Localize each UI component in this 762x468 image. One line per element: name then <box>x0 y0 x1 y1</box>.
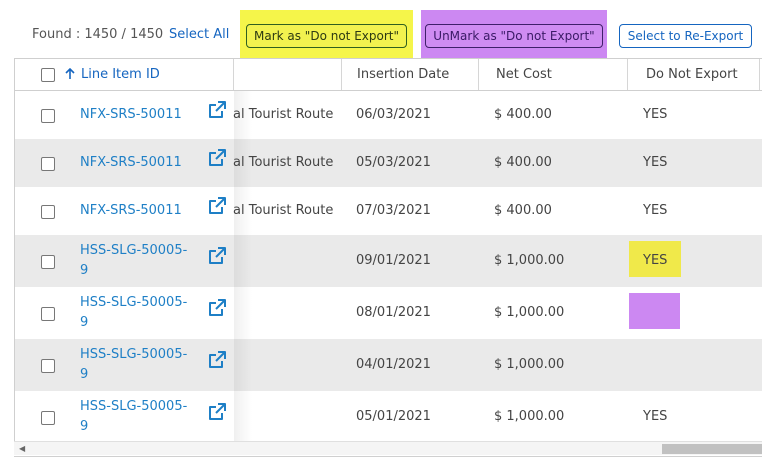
header-do-not-export[interactable]: Do Not Export <box>646 59 738 90</box>
column-divider <box>627 59 628 90</box>
frozen-column-shadow <box>234 287 252 339</box>
column-divider <box>478 59 479 90</box>
do-not-export-cell: YES <box>643 155 668 170</box>
line-item-id-line1: HSS-SLG-50005- <box>80 399 188 414</box>
do-not-export-highlight <box>629 293 680 329</box>
net-cost-cell: $ 1,000.00 <box>494 357 565 372</box>
external-link-icon[interactable] <box>207 100 227 120</box>
line-item-id-line2: 9 <box>80 315 89 330</box>
column-divider <box>341 59 342 90</box>
row-checkbox[interactable] <box>41 411 55 425</box>
column-divider <box>759 59 760 90</box>
toolbar: Found : 1450 / 1450 Select All Mark as "… <box>0 10 762 58</box>
external-link-icon[interactable] <box>207 298 227 318</box>
table-row: HSS-SLG-50005- 9 08/01/2021 $ 1,000.00 <box>15 287 762 339</box>
table-row: HSS-SLG-50005- 9 05/01/2021 $ 1,000.00 Y… <box>15 391 762 442</box>
caret-left-icon[interactable]: ◀ <box>19 444 25 453</box>
row-checkbox[interactable] <box>41 359 55 373</box>
frozen-column-shadow <box>234 391 252 442</box>
line-item-id-link[interactable]: HSS-SLG-50005- 9 <box>80 345 198 385</box>
net-cost-cell: $ 400.00 <box>494 107 552 122</box>
unmark-do-not-export-button[interactable]: UnMark as "Do not Export" <box>425 24 603 48</box>
net-cost-cell: $ 1,000.00 <box>494 253 565 268</box>
table-row: HSS-SLG-50005- 9 04/01/2021 $ 1,000.00 <box>15 339 762 391</box>
net-cost-cell: $ 1,000.00 <box>494 305 565 320</box>
route-cell: al Tourist Route <box>233 203 334 218</box>
do-not-export-cell: YES <box>643 253 668 268</box>
table-row: NFX-SRS-50011 al Tourist Route 07/03/202… <box>15 187 762 235</box>
line-item-id-line1: HSS-SLG-50005- <box>80 295 188 310</box>
row-checkbox[interactable] <box>41 255 55 269</box>
header-insertion-date[interactable]: Insertion Date <box>357 59 449 90</box>
line-item-id-link[interactable]: NFX-SRS-50011 <box>80 153 198 173</box>
line-item-id-link[interactable]: NFX-SRS-50011 <box>80 201 198 221</box>
line-item-id-line2: 9 <box>80 419 89 434</box>
line-item-id-line2: 9 <box>80 263 89 278</box>
table-row: NFX-SRS-50011 al Tourist Route 05/03/202… <box>15 139 762 187</box>
table-header: Line Item ID Insertion Date Net Cost Do … <box>15 58 762 91</box>
line-item-id-link[interactable]: HSS-SLG-50005- 9 <box>80 293 198 333</box>
table-row: HSS-SLG-50005- 9 09/01/2021 $ 1,000.00 Y… <box>15 235 762 287</box>
route-cell: al Tourist Route <box>233 155 334 170</box>
external-link-icon[interactable] <box>207 148 227 168</box>
insertion-date-cell: 05/03/2021 <box>356 155 431 170</box>
do-not-export-cell: YES <box>643 203 668 218</box>
do-not-export-cell: YES <box>643 107 668 122</box>
external-link-icon[interactable] <box>207 246 227 266</box>
insertion-date-cell: 04/01/2021 <box>356 357 431 372</box>
line-item-id-link[interactable]: HSS-SLG-50005- 9 <box>80 397 198 437</box>
scrollbar-thumb[interactable] <box>662 444 762 454</box>
header-net-cost[interactable]: Net Cost <box>496 59 552 90</box>
frozen-column-shadow <box>234 339 252 391</box>
external-link-icon[interactable] <box>207 196 227 216</box>
route-cell: al Tourist Route <box>233 107 334 122</box>
insertion-date-cell: 08/01/2021 <box>356 305 431 320</box>
horizontal-scrollbar[interactable]: ◀ <box>14 441 762 455</box>
table-row: NFX-SRS-50011 al Tourist Route 06/03/202… <box>15 91 762 139</box>
line-item-id-link[interactable]: NFX-SRS-50011 <box>80 105 198 125</box>
frozen-column-shadow <box>234 235 252 287</box>
row-checkbox[interactable] <box>41 157 55 171</box>
row-checkbox[interactable] <box>41 205 55 219</box>
bottom-divider <box>14 456 762 457</box>
found-count: Found : 1450 / 1450 <box>32 27 164 42</box>
net-cost-cell: $ 400.00 <box>494 203 552 218</box>
select-all-checkbox[interactable] <box>41 68 55 82</box>
insertion-date-cell: 09/01/2021 <box>356 253 431 268</box>
line-item-id-line1: HSS-SLG-50005- <box>80 243 188 258</box>
row-checkbox[interactable] <box>41 109 55 123</box>
mark-do-not-export-button[interactable]: Mark as "Do not Export" <box>246 24 407 48</box>
insertion-date-cell: 06/03/2021 <box>356 107 431 122</box>
select-to-reexport-button[interactable]: Select to Re-Export <box>619 24 752 48</box>
line-item-id-link[interactable]: HSS-SLG-50005- 9 <box>80 241 198 281</box>
insertion-date-cell: 07/03/2021 <box>356 203 431 218</box>
header-line-item-id[interactable]: Line Item ID <box>81 59 160 90</box>
net-cost-cell: $ 1,000.00 <box>494 409 565 424</box>
insertion-date-cell: 05/01/2021 <box>356 409 431 424</box>
line-item-id-line2: 9 <box>80 367 89 382</box>
do-not-export-cell: YES <box>643 409 668 424</box>
external-link-icon[interactable] <box>207 350 227 370</box>
external-link-icon[interactable] <box>207 402 227 422</box>
line-item-id-line1: HSS-SLG-50005- <box>80 347 188 362</box>
arrow-up-icon[interactable] <box>65 59 75 88</box>
column-divider <box>233 59 234 90</box>
row-checkbox[interactable] <box>41 307 55 321</box>
line-items-table: Line Item ID Insertion Date Net Cost Do … <box>14 58 762 442</box>
select-all-link[interactable]: Select All <box>169 27 229 42</box>
net-cost-cell: $ 400.00 <box>494 155 552 170</box>
